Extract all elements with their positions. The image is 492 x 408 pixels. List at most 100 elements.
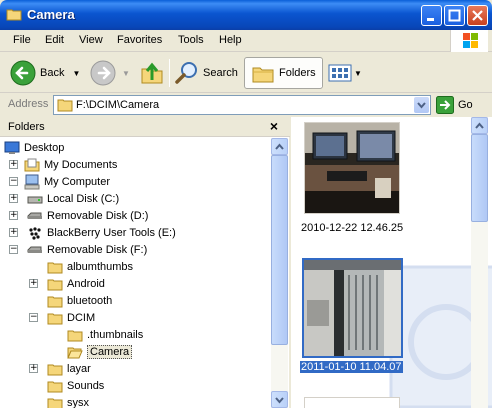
removable-disk-icon xyxy=(27,246,42,253)
tree-item[interactable]: albumthumbs xyxy=(47,258,133,275)
thumbnail-frame-selected[interactable] xyxy=(302,258,403,358)
expand-icon[interactable]: + xyxy=(9,228,18,237)
menu-view[interactable]: View xyxy=(79,34,103,46)
tree-item[interactable]: Sounds xyxy=(47,377,104,394)
tree-item[interactable]: BlackBerry User Tools (E:) xyxy=(27,224,176,241)
tree-item[interactable]: Desktop xyxy=(4,139,64,156)
blackberry-icon xyxy=(29,226,41,240)
scroll-up-button[interactable] xyxy=(471,117,488,134)
tree-item[interactable]: Android xyxy=(47,275,105,292)
tree-item-label: layar xyxy=(67,362,91,375)
tree-item[interactable]: sysx xyxy=(47,394,89,408)
maximize-button[interactable] xyxy=(444,5,465,26)
up-folder-button[interactable] xyxy=(139,57,165,89)
tree-item-label: My Documents xyxy=(44,158,118,171)
scroll-down-button[interactable] xyxy=(271,391,288,408)
folder-icon xyxy=(6,6,22,22)
folder-icon xyxy=(47,313,63,324)
back-arrow-icon xyxy=(10,60,36,86)
address-bar: Address F:\DCIM\Camera Go xyxy=(0,94,492,116)
collapse-icon[interactable]: − xyxy=(9,245,18,254)
tree-item-label: Sounds xyxy=(67,379,105,392)
back-label: Back xyxy=(40,67,65,79)
menu-favorites[interactable]: Favorites xyxy=(117,34,162,46)
go-label: Go xyxy=(458,99,473,111)
file-view: 2010-12-22 12.46.25 2011-01-10 11.04.07 xyxy=(291,117,492,408)
folder-icon xyxy=(47,279,63,290)
tree-item[interactable]: My Documents xyxy=(24,156,117,173)
maximize-icon xyxy=(448,9,461,22)
folder-pane: Folders × Desktop + My Documents − My Comput… xyxy=(0,117,290,408)
tree-item[interactable]: DCIM xyxy=(47,309,95,326)
thumbnail-caption[interactable]: 2010-12-22 12.46.25 xyxy=(301,222,403,234)
file-view-scrollbar[interactable] xyxy=(471,117,488,408)
folders-button[interactable]: Folders xyxy=(244,57,323,89)
tree-item-label: bluetooth xyxy=(67,294,113,307)
removable-disk-icon xyxy=(27,212,42,219)
scroll-thumb[interactable] xyxy=(471,134,488,222)
tree-item-label: Local Disk (C:) xyxy=(47,192,120,205)
scroll-thumb[interactable] xyxy=(271,155,288,345)
go-button[interactable]: Go xyxy=(436,96,473,114)
back-dropdown-icon[interactable]: ▼ xyxy=(72,69,80,78)
chevron-down-icon xyxy=(417,102,426,109)
menu-help[interactable]: Help xyxy=(219,34,242,46)
go-arrow-icon xyxy=(436,96,454,114)
expand-icon[interactable]: + xyxy=(29,279,38,288)
tree-item[interactable]: Local Disk (C:) xyxy=(27,190,119,207)
folder-icon xyxy=(47,381,63,392)
thumbnail-frame[interactable] xyxy=(304,397,400,408)
folder-pane-title: Folders xyxy=(8,121,45,133)
folder-open-icon xyxy=(67,347,83,358)
computer-icon xyxy=(24,174,40,189)
menu-bar: File Edit View Favorites Tools Help xyxy=(0,30,492,52)
tree-item[interactable]: Removable Disk (F:) xyxy=(27,241,147,258)
tree-item[interactable]: layar xyxy=(47,360,91,377)
thumbnail-frame[interactable] xyxy=(304,122,400,214)
tree-item[interactable]: My Computer xyxy=(24,173,110,190)
forward-dropdown-icon[interactable]: ▼ xyxy=(122,69,130,78)
tree-item[interactable]: .thumbnails xyxy=(67,326,143,343)
folder-icon xyxy=(47,262,63,273)
address-input[interactable]: F:\DCIM\Camera xyxy=(53,95,431,115)
scroll-up-button[interactable] xyxy=(271,138,288,155)
thumbnail-caption-selected[interactable]: 2011-01-10 11.04.07 xyxy=(300,361,403,373)
tree-item[interactable]: Camera xyxy=(67,343,133,360)
close-icon xyxy=(472,10,483,21)
collapse-icon[interactable]: − xyxy=(29,313,38,322)
views-icon xyxy=(328,64,352,82)
search-button[interactable]: Search xyxy=(175,57,238,89)
tree-item[interactable]: Removable Disk (D:) xyxy=(27,207,148,224)
forward-button[interactable]: ▼ xyxy=(90,57,130,89)
tree-item-label: Camera xyxy=(87,344,133,359)
desktop-icon xyxy=(4,141,20,154)
expand-icon[interactable]: + xyxy=(29,364,38,373)
toolbar: Back ▼ ▼ Search Folders ▼ xyxy=(0,53,492,93)
back-button[interactable]: Back ▼ xyxy=(10,57,80,89)
close-button[interactable] xyxy=(467,5,488,26)
minimize-button[interactable] xyxy=(421,5,442,26)
close-pane-icon[interactable]: × xyxy=(270,118,278,134)
menu-file[interactable]: File xyxy=(13,34,31,46)
expand-icon[interactable]: + xyxy=(9,160,18,169)
windows-logo-icon xyxy=(450,30,488,52)
tree-item-label: Removable Disk (D:) xyxy=(47,209,149,222)
forward-arrow-icon xyxy=(90,60,116,86)
expand-icon[interactable]: + xyxy=(9,194,18,203)
address-dropdown-button[interactable] xyxy=(414,97,429,113)
views-button[interactable]: ▼ xyxy=(328,57,362,89)
folder-tree-scrollbar[interactable] xyxy=(271,138,288,408)
menu-edit[interactable]: Edit xyxy=(45,34,64,46)
folder-tree: Desktop + My Documents − My Computer + Local D… xyxy=(0,138,271,408)
views-dropdown-icon[interactable]: ▼ xyxy=(354,69,362,78)
tree-item-label: DCIM xyxy=(67,311,96,324)
menu-tools[interactable]: Tools xyxy=(178,34,204,46)
expand-icon[interactable]: + xyxy=(9,211,18,220)
tree-item[interactable]: bluetooth xyxy=(47,292,112,309)
folder-icon xyxy=(47,296,63,307)
collapse-icon[interactable]: − xyxy=(9,177,18,186)
title-bar[interactable]: Camera xyxy=(0,0,492,30)
folder-icon xyxy=(67,330,83,341)
window-title: Camera xyxy=(27,7,75,22)
folder-icon xyxy=(47,398,63,408)
